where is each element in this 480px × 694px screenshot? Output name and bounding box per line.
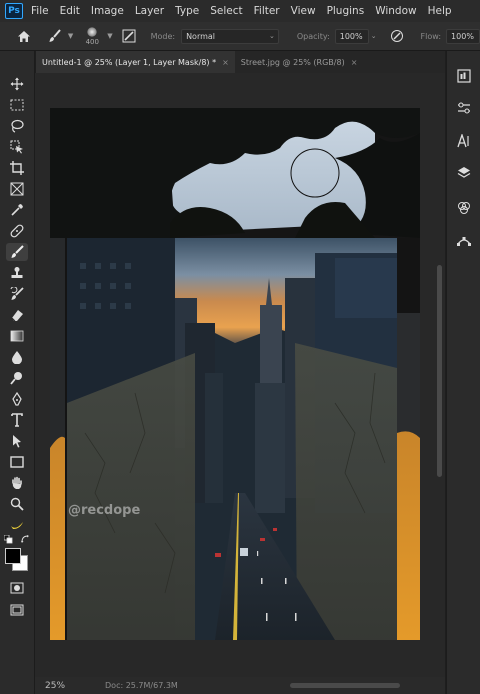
eyedropper-icon[interactable]	[6, 201, 28, 219]
menu-file[interactable]: File	[31, 5, 49, 17]
frame-icon[interactable]	[6, 180, 28, 198]
menu-view[interactable]: View	[291, 5, 316, 17]
chevron-down-icon[interactable]: ▼	[68, 32, 73, 40]
flow-input[interactable]: 100%	[446, 28, 480, 44]
menu-image[interactable]: Image	[91, 5, 124, 17]
menu-window[interactable]: Window	[375, 5, 416, 17]
brush-settings-icon[interactable]	[119, 29, 139, 43]
opacity-input[interactable]: 100%	[334, 28, 369, 44]
menu-edit[interactable]: Edit	[60, 5, 80, 17]
tab-street[interactable]: Street.jpg @ 25% (RGB/8) ×	[235, 51, 364, 73]
history-brush-icon[interactable]	[6, 285, 28, 303]
quick-mask-icon[interactable]	[6, 579, 28, 597]
swap-colors-icon[interactable]	[21, 535, 30, 544]
pen-icon[interactable]	[6, 390, 28, 408]
panel-dock	[446, 51, 480, 694]
banana-icon[interactable]	[6, 516, 28, 534]
menu-filter[interactable]: Filter	[254, 5, 280, 17]
type-icon[interactable]	[6, 411, 28, 429]
libraries-icon[interactable]	[454, 67, 474, 85]
menu-plugins[interactable]: Plugins	[327, 5, 365, 17]
hand-icon[interactable]	[6, 474, 28, 492]
options-bar: ▼ 400 ▼ Mode: Normal ⌄ Opacity: 100% ⌄ F…	[0, 22, 480, 51]
chevron-down-icon[interactable]: ▼	[107, 32, 112, 40]
opacity-label: Opacity:	[296, 31, 330, 41]
mode-value: Normal	[186, 31, 216, 41]
menu-select[interactable]: Select	[210, 5, 242, 17]
doc-size: Doc: 25.7M/67.3M	[105, 681, 178, 690]
tab-label: Untitled-1 @ 25% (Layer 1, Layer Mask/8)…	[42, 57, 217, 67]
mode-select[interactable]: Normal ⌄	[181, 28, 279, 44]
menu-layer[interactable]: Layer	[135, 5, 164, 17]
brush-preset-picker[interactable]: 400	[79, 23, 105, 49]
tab-label: Street.jpg @ 25% (RGB/8)	[240, 57, 345, 67]
flow-label: Flow:	[420, 31, 442, 41]
path-select-icon[interactable]	[6, 432, 28, 450]
chevron-down-icon[interactable]: ⌄	[371, 32, 377, 40]
mode-label: Mode:	[150, 31, 176, 41]
tools-panel	[0, 51, 35, 694]
flow-value: 100%	[451, 31, 474, 41]
brush-tip-icon	[87, 26, 98, 37]
chevron-down-icon: ⌄	[268, 31, 275, 40]
opacity-value: 100%	[339, 31, 363, 41]
healing-icon[interactable]	[6, 222, 28, 240]
crop-icon[interactable]	[6, 159, 28, 177]
canvas-area[interactable]: @recdope	[35, 73, 445, 677]
document-canvas[interactable]	[35, 73, 445, 677]
pressure-opacity-icon[interactable]	[387, 29, 407, 43]
zoom-icon[interactable]	[6, 495, 28, 513]
watermark-text: @recdope	[68, 503, 141, 518]
document-tabs: Untitled-1 @ 25% (Layer 1, Layer Mask/8)…	[36, 51, 445, 73]
photoshop-logo: Ps	[5, 3, 23, 19]
object-select-icon[interactable]	[6, 138, 28, 156]
tab-untitled-1[interactable]: Untitled-1 @ 25% (Layer 1, Layer Mask/8)…	[36, 51, 235, 73]
layers-icon[interactable]	[454, 164, 474, 182]
marquee-icon[interactable]	[6, 96, 28, 114]
blur-icon[interactable]	[6, 348, 28, 366]
menu-help[interactable]: Help	[428, 5, 452, 17]
channels-icon[interactable]	[454, 199, 474, 217]
zoom-level[interactable]: 25%	[45, 681, 65, 691]
close-icon[interactable]: ×	[351, 58, 358, 67]
screen-mode-icon[interactable]	[6, 601, 28, 619]
default-colors-icon[interactable]	[4, 535, 13, 544]
paths-icon[interactable]	[454, 232, 474, 250]
menu-type[interactable]: Type	[175, 5, 199, 17]
move-icon[interactable]	[6, 75, 28, 93]
brush-tool-preset-icon[interactable]	[44, 29, 66, 43]
brush-size-value: 400	[85, 37, 99, 46]
lasso-icon[interactable]	[6, 117, 28, 135]
stamp-icon[interactable]	[6, 264, 28, 282]
eraser-icon[interactable]	[6, 306, 28, 324]
horizontal-scrollbar[interactable]	[290, 683, 400, 688]
menu-bar: Ps File Edit Image Layer Type Select Fil…	[0, 0, 480, 22]
foreground-color-swatch[interactable]	[5, 548, 21, 564]
adjustments-icon[interactable]	[454, 99, 474, 117]
character-icon[interactable]	[454, 132, 474, 150]
home-icon[interactable]	[12, 30, 36, 43]
vertical-scrollbar[interactable]	[437, 265, 442, 477]
dodge-icon[interactable]	[6, 369, 28, 387]
rectangle-icon[interactable]	[6, 453, 28, 471]
brush-icon[interactable]	[6, 243, 28, 261]
close-icon[interactable]: ×	[222, 58, 229, 67]
gradient-icon[interactable]	[6, 327, 28, 345]
